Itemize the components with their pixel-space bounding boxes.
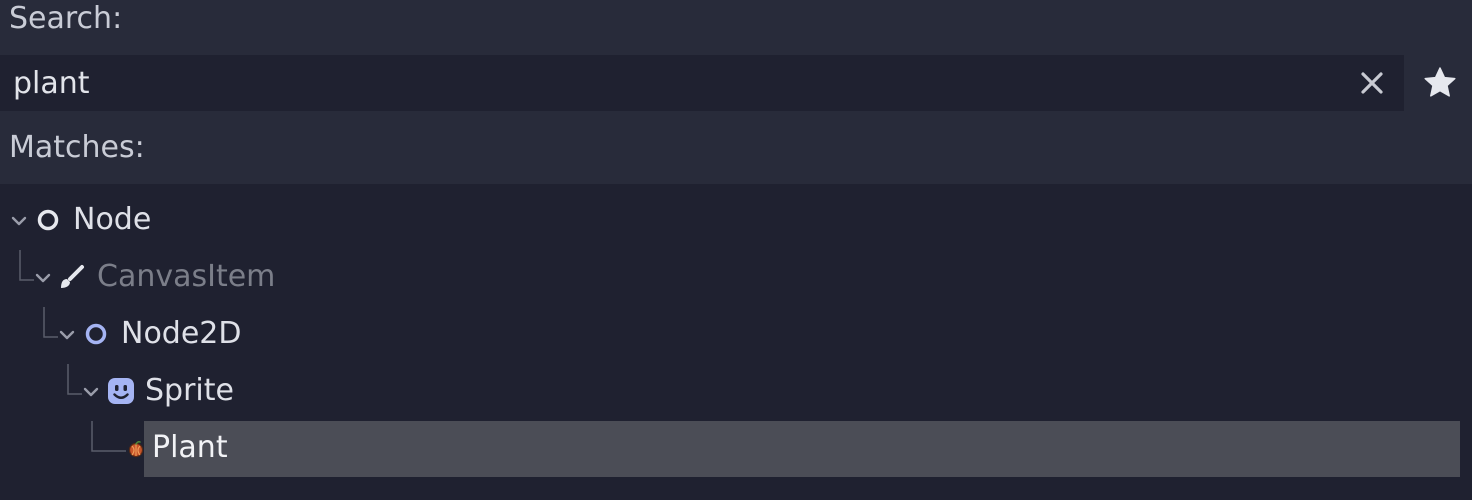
tree-item-node2d[interactable]: Node2D [0,307,1472,364]
search-input[interactable] [0,55,1340,111]
chevron-down-icon[interactable] [59,329,75,341]
brush-icon [61,265,84,288]
chevron-down-icon[interactable] [11,215,27,227]
tree-item-canvasitem[interactable]: CanvasItem [0,250,1472,307]
node2d-circle-icon [85,323,107,345]
search-label: Search: [9,1,123,36]
matches-tree: Node CanvasItem Node2D Sprite Plant [0,184,1472,500]
node-circle-icon [37,209,59,231]
sprite-face-icon [108,378,134,404]
create-node-dialog: Search: Matches: [0,0,1472,500]
tree-item-plant[interactable]: Plant [0,421,1472,478]
matches-label: Matches: [9,130,145,165]
tree-item-sprite[interactable]: Sprite [0,364,1472,421]
plant-icon [128,441,144,458]
chevron-down-icon[interactable] [83,386,99,398]
tree-item-label: Node [73,202,152,237]
tree-item-label: CanvasItem [97,259,276,294]
chevron-down-icon[interactable] [35,272,51,284]
tree-item-label: Sprite [145,373,234,408]
tree-item-node[interactable]: Node [0,193,1472,250]
favorite-star-icon[interactable] [1420,63,1460,103]
tree-item-label: Plant [152,430,228,465]
search-box [0,55,1404,111]
clear-search-icon[interactable] [1356,67,1388,99]
tree-item-label: Node2D [121,316,242,351]
